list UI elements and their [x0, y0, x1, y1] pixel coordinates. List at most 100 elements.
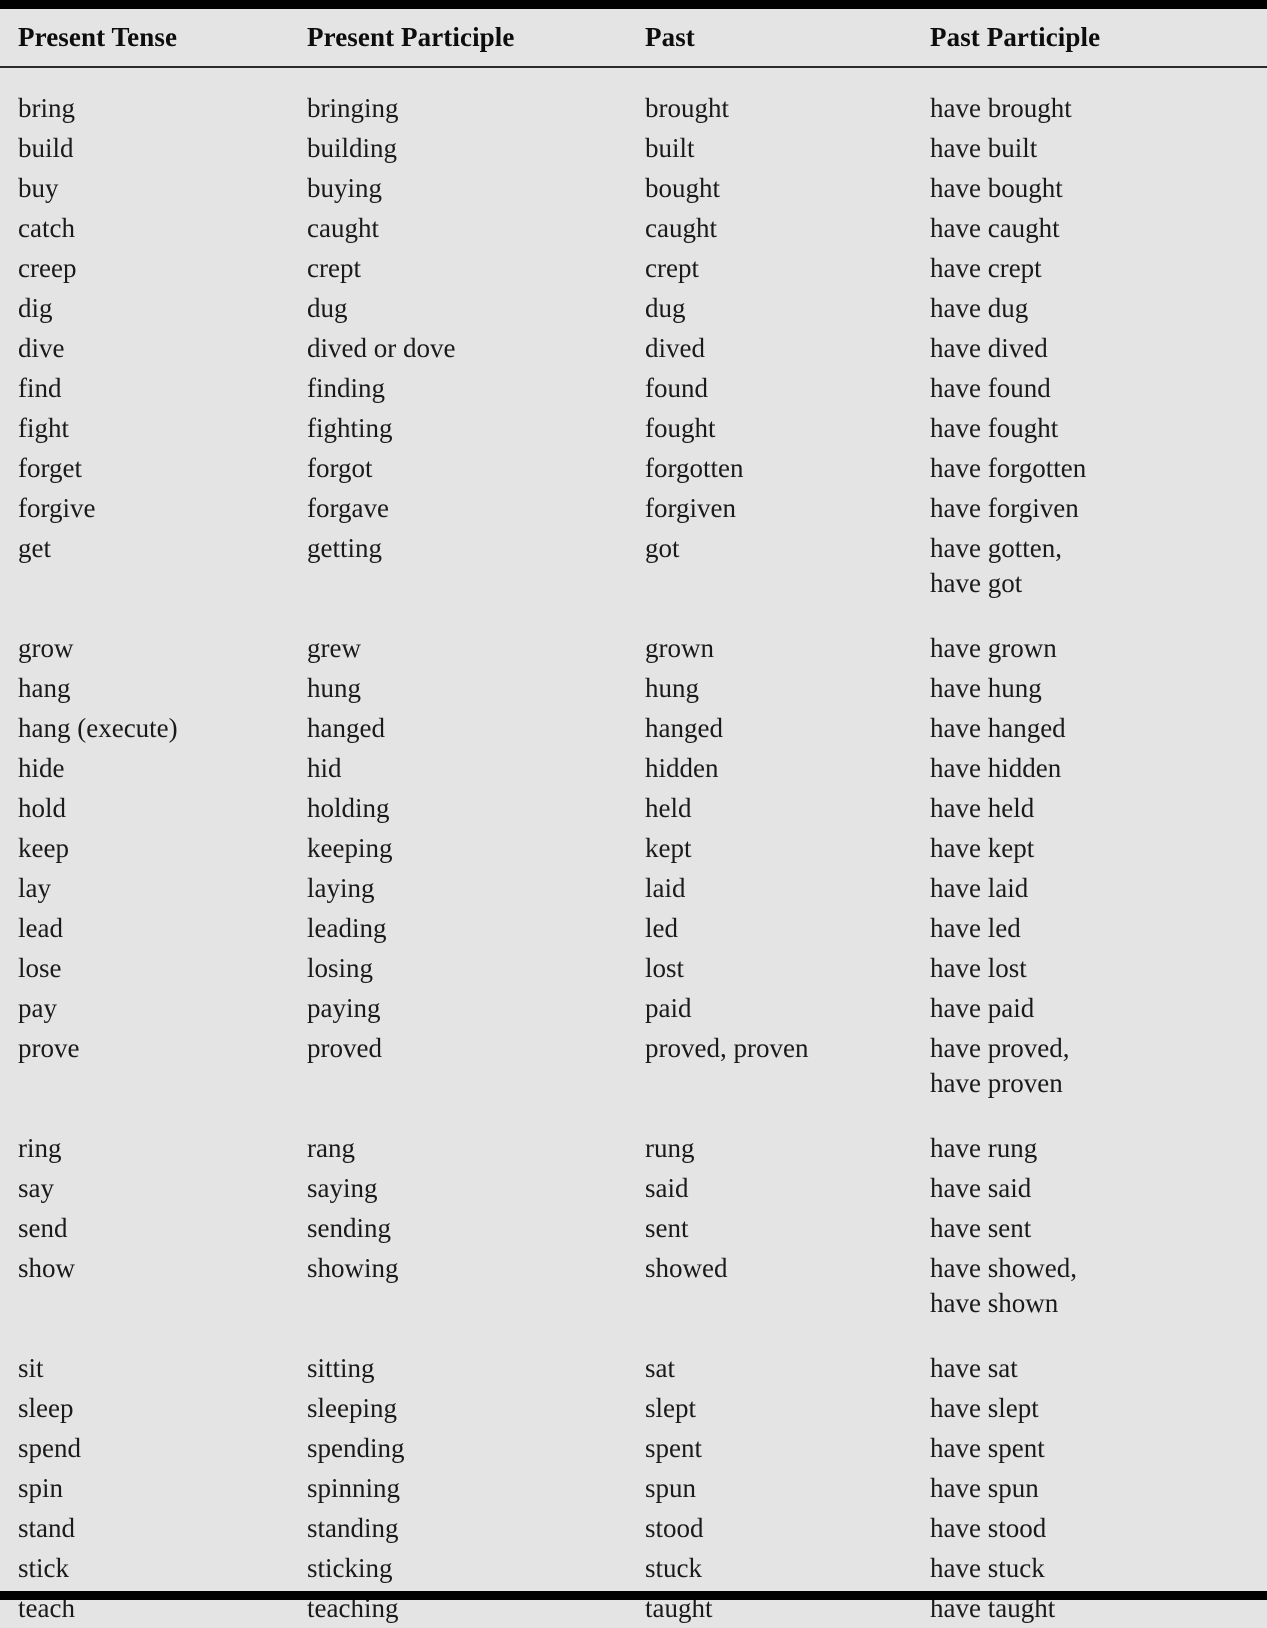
cell-present-tense: find — [18, 373, 62, 403]
cell-present-tense: stand — [18, 1513, 75, 1543]
cell-present-participle: sleeping — [307, 1393, 397, 1423]
cell-present-participle: fighting — [307, 413, 393, 443]
cell-past-participle: have dived — [930, 333, 1048, 363]
cell-past: proved, proven — [645, 1033, 809, 1063]
cell-past: said — [645, 1173, 689, 1203]
table-row: lose losing lost have lost — [0, 948, 1267, 988]
cell-present-tense: say — [18, 1173, 54, 1203]
cell-past-participle-line1: have showed, — [930, 1253, 1077, 1283]
table-row: prove proved proved, proven have proved, hav… — [0, 1028, 1267, 1098]
table-row: spin spinning spun have spun — [0, 1468, 1267, 1508]
cell-present-participle: hung — [307, 673, 361, 703]
cell-present-participle: sending — [307, 1213, 391, 1243]
cell-present-tense: lead — [18, 913, 63, 943]
cell-past-participle: have kept — [930, 833, 1035, 863]
cell-past: hanged — [645, 713, 723, 743]
cell-present-tense: forgive — [18, 493, 96, 523]
cell-present-tense: send — [18, 1213, 68, 1243]
cell-present-participle: hid — [307, 753, 342, 783]
table-row: hang hung hung have hung — [0, 668, 1267, 708]
cell-present-tense: pay — [18, 993, 57, 1023]
cell-past: lost — [645, 953, 685, 983]
cell-past: kept — [645, 833, 692, 863]
table-row: hide hid hidden have hidden — [0, 748, 1267, 788]
table-row: lead leading led have led — [0, 908, 1267, 948]
cell-past: laid — [645, 873, 686, 903]
cell-past: forgotten — [645, 453, 744, 483]
cell-past: forgiven — [645, 493, 736, 523]
cell-past: held — [645, 793, 692, 823]
cell-present-tense: lose — [18, 953, 62, 983]
cell-past: got — [645, 533, 680, 563]
cell-present-participle: forgot — [307, 453, 373, 483]
cell-present-participle: crept — [307, 253, 361, 283]
cell-present-tense: hold — [18, 793, 67, 823]
cell-past: dug — [645, 293, 686, 323]
cell-past-participle-line1: have gotten, — [930, 533, 1062, 563]
cell-present-tense: ring — [18, 1133, 62, 1163]
cell-present-participle: proved — [307, 1033, 382, 1063]
table-row: hang (execute) hanged hanged have hanged — [0, 708, 1267, 748]
cell-present-participle: dived or dove — [307, 333, 456, 363]
cell-present-participle: losing — [307, 953, 374, 983]
cell-present-tense: sit — [18, 1353, 44, 1383]
cell-past: caught — [645, 213, 717, 243]
cell-past-participle: have stood — [930, 1513, 1047, 1543]
cell-past-participle: have crept — [930, 253, 1042, 283]
cell-present-tense: grow — [18, 633, 74, 663]
cell-past-participle: have sent — [930, 1213, 1032, 1243]
irregular-verbs-table: Present Tense Present Participle Past Pa… — [0, 9, 1267, 1628]
cell-present-participle: forgave — [307, 493, 389, 523]
cell-past-participle: have gotten, have got — [930, 528, 1062, 598]
cell-past-participle: have hanged — [930, 713, 1066, 743]
cell-past-participle: have held — [930, 793, 1035, 823]
table-row: keep keeping kept have kept — [0, 828, 1267, 868]
cell-present-participle: holding — [307, 793, 390, 823]
table-row: stand standing stood have stood — [0, 1508, 1267, 1548]
cell-past-participle-line2: have proven — [930, 1068, 1063, 1098]
cell-present-participle: getting — [307, 533, 382, 563]
cell-present-tense: hide — [18, 753, 65, 783]
cell-past: sat — [645, 1353, 675, 1383]
cell-past-participle: have built — [930, 133, 1038, 163]
cell-past-participle: have proved, have proven — [930, 1028, 1069, 1098]
cell-present-tense: sleep — [18, 1393, 74, 1423]
cell-past-participle: have spent — [930, 1433, 1045, 1463]
table-row: sit sitting sat have sat — [0, 1348, 1267, 1388]
cell-present-participle: sitting — [307, 1353, 375, 1383]
cell-present-participle: keeping — [307, 833, 393, 863]
cell-past-participle: have found — [930, 373, 1051, 403]
table-row: hold holding held have held — [0, 788, 1267, 828]
cell-past-participle: have paid — [930, 993, 1035, 1023]
table-row: send sending sent have sent — [0, 1208, 1267, 1248]
cell-past-participle: have brought — [930, 93, 1072, 123]
cell-past-participle: have stuck — [930, 1553, 1045, 1583]
header-separator-rule — [0, 66, 1267, 68]
cell-past-participle: have sat — [930, 1353, 1018, 1383]
cell-present-participle: caught — [307, 213, 379, 243]
table-top-border — [0, 0, 1267, 9]
cell-present-participle: saying — [307, 1173, 378, 1203]
column-header-past-participle: Past Participle — [930, 22, 1101, 52]
cell-present-participle: leading — [307, 913, 387, 943]
table-row: get getting got have gotten, have got — [0, 528, 1267, 598]
cell-past-participle: have forgiven — [930, 493, 1079, 523]
cell-past: crept — [645, 253, 699, 283]
table-row: sleep sleeping slept have slept — [0, 1388, 1267, 1428]
cell-past: hung — [645, 673, 699, 703]
cell-past-participle: have grown — [930, 633, 1057, 663]
column-header-present-tense: Present Tense — [18, 22, 178, 52]
cell-present-participle: spending — [307, 1433, 405, 1463]
cell-past: hidden — [645, 753, 719, 783]
table-row: creep crept crept have crept — [0, 248, 1267, 288]
table-row: spend spending spent have spent — [0, 1428, 1267, 1468]
cell-present-participle: hanged — [307, 713, 385, 743]
table-row: forgive forgave forgiven have forgiven — [0, 488, 1267, 528]
cell-past: built — [645, 133, 695, 163]
table-bottom-border — [0, 1591, 1267, 1600]
cell-present-participle: rang — [307, 1133, 355, 1163]
cell-present-participle: paying — [307, 993, 381, 1023]
cell-present-tense: creep — [18, 253, 77, 283]
cell-past-participle: have dug — [930, 293, 1029, 323]
cell-present-tense: buy — [18, 173, 59, 203]
